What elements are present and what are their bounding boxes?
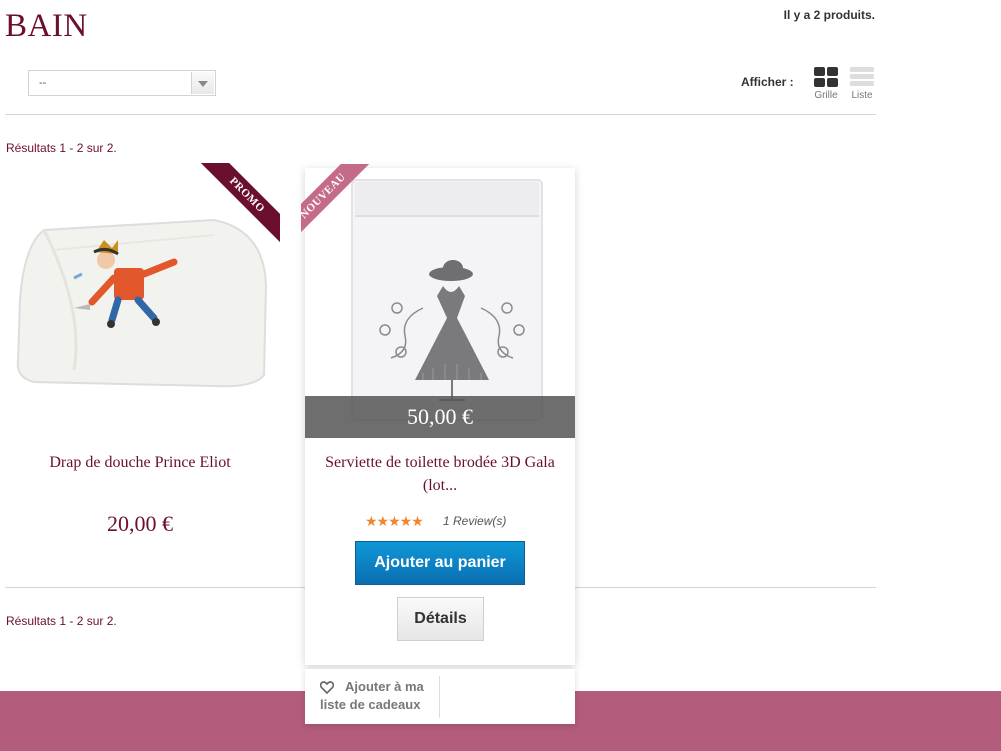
sort-select-value: -- — [39, 77, 47, 89]
list-icon — [850, 67, 874, 87]
add-to-wishlist-label: Ajouter à ma liste de cadeaux — [320, 679, 424, 712]
grid-view-label: Grille — [814, 90, 838, 101]
product-name-link[interactable]: Drap de douche Prince Eliot — [5, 451, 275, 474]
review-count: 1 Review(s) — [443, 514, 507, 528]
sort-select[interactable]: -- — [28, 70, 216, 96]
list-view-label: Liste — [851, 90, 873, 101]
product-count: Il y a 2 produits. — [783, 8, 875, 22]
promo-ribbon-label: PROMO — [197, 163, 280, 245]
add-to-cart-button[interactable]: Ajouter au panier — [355, 541, 525, 585]
new-ribbon-label: NOUVEAU — [301, 164, 373, 246]
product-price-overlay: 50,00 € — [305, 396, 575, 438]
rating-stars: ★★★★★ — [365, 513, 424, 529]
promo-ribbon: PROMO — [195, 163, 280, 248]
view-label: Afficher : — [741, 75, 794, 89]
new-ribbon: NOUVEAU — [301, 164, 386, 249]
list-view-button[interactable]: Liste — [850, 67, 874, 101]
product-price: 20,00 € — [107, 511, 173, 536]
details-button[interactable]: Détails — [397, 597, 484, 641]
heart-icon — [320, 681, 334, 694]
grid-view-button[interactable]: Grille — [814, 67, 838, 101]
category-title: BAIN — [5, 8, 88, 44]
chevron-down-icon[interactable] — [191, 72, 214, 94]
results-count-top: Résultats 1 - 2 sur 2. — [6, 141, 117, 155]
wishlist-panel: Ajouter à ma liste de cadeaux — [305, 669, 575, 724]
grid-icon — [814, 67, 838, 87]
results-count-bottom: Résultats 1 - 2 sur 2. — [6, 614, 117, 628]
product-name-link[interactable]: Serviette de toilette brodée 3D Gala (lo… — [325, 451, 555, 497]
divider — [5, 114, 876, 115]
divider — [439, 676, 440, 718]
add-to-wishlist-link[interactable]: Ajouter à ma liste de cadeaux — [320, 678, 438, 714]
